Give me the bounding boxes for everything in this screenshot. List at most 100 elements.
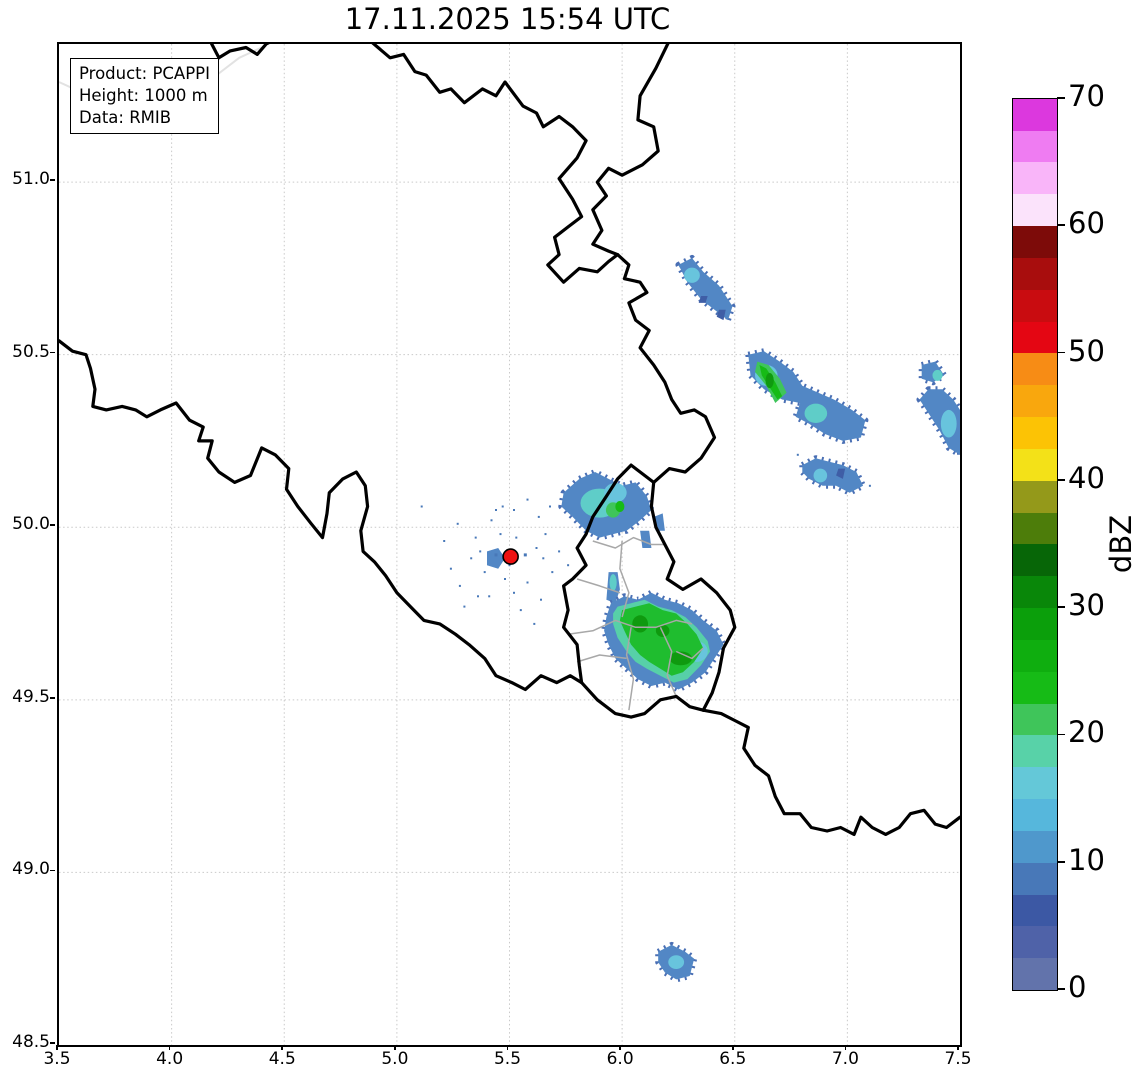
colorbar-segment-27.5dbz — [1013, 608, 1057, 640]
colorbar-segment-10dbz — [1013, 830, 1057, 863]
echo-north-lux-bit — [640, 530, 652, 548]
speckle — [540, 598, 542, 601]
country-border-be-nl-and-be-de — [371, 44, 717, 484]
colorbar-tick-label: 60 — [1068, 206, 1105, 241]
speckle — [519, 609, 522, 612]
colorbar-segment-15dbz — [1013, 767, 1057, 800]
colorbar-tick-mark — [1057, 606, 1065, 608]
x-tick-label: 7.5 — [944, 1049, 972, 1069]
colorbar-segment-5dbz — [1013, 894, 1057, 927]
echo-south-small-core — [668, 955, 685, 970]
y-tick-label: 48.5 — [12, 1032, 50, 1052]
colorbar-tick-mark — [1057, 988, 1065, 990]
colorbar-tick-label: 30 — [1068, 588, 1105, 623]
colorbar-segment-55dbz — [1013, 257, 1057, 290]
colorbar-tick-label: 70 — [1068, 79, 1105, 113]
y-tick-mark — [50, 697, 55, 699]
speckle — [458, 584, 461, 587]
colorbar-segment-62.5dbz — [1013, 162, 1057, 195]
colorbar-segment-45dbz — [1013, 385, 1057, 418]
speckle — [504, 578, 506, 580]
country-border-fr-de — [701, 708, 960, 837]
echo-ne-main-teal — [804, 403, 828, 424]
map-plot-area: Product: PCAPPI Height: 1000 m Data: RMI… — [57, 42, 962, 1047]
speckle — [549, 505, 551, 508]
colorbar-segment-30dbz — [1013, 576, 1057, 609]
colorbar-segment-12.5dbz — [1013, 799, 1057, 831]
x-tick-label: 4.5 — [268, 1049, 296, 1069]
speckle — [483, 571, 486, 574]
speckle — [542, 557, 545, 560]
speckle — [456, 522, 459, 525]
colorbar-segment-20dbz — [1013, 703, 1057, 736]
colorbar-tick-mark — [1057, 479, 1065, 481]
colorbar-tick-mark — [1057, 860, 1065, 863]
speckle — [501, 505, 504, 508]
y-tick-label: 50.5 — [12, 341, 50, 362]
colorbar-tick-label: 0 — [1068, 970, 1087, 1004]
speckle — [495, 509, 497, 511]
y-tick-label: 49.0 — [12, 859, 50, 880]
speckle — [535, 547, 538, 549]
colorbar-tick-mark — [1057, 351, 1065, 354]
info-data-line: Data: RMIB — [79, 107, 172, 127]
colorbar-segment-65dbz — [1013, 130, 1057, 163]
speckle — [494, 553, 498, 557]
figure-title: 17.11.2025 15:54 UTC — [344, 2, 671, 36]
radar-figure: 17.11.2025 15:54 UTC Product: PCAPPI Hei… — [0, 0, 1145, 1084]
speckle — [558, 550, 561, 553]
y-tick-label: 49.5 — [12, 686, 50, 707]
echo-south-lux-darkgreen — [632, 615, 649, 633]
x-tick-label: 6.5 — [719, 1049, 747, 1069]
colorbar-tick-mark — [1057, 97, 1065, 99]
x-tick-label: 4.0 — [156, 1049, 184, 1069]
colorbar-segment-0dbz — [1013, 958, 1057, 990]
speckle — [868, 484, 871, 487]
echo-border-strip-core — [609, 574, 617, 591]
speckle — [526, 581, 529, 584]
x-tick-label: 6.0 — [606, 1049, 634, 1069]
info-product-line: Product: PCAPPI — [79, 64, 210, 83]
colorbar-segment-7.5dbz — [1013, 862, 1057, 895]
echo-north-lux-green — [615, 501, 625, 513]
speckle — [479, 550, 482, 553]
colorbar-segment-37.5dbz — [1013, 480, 1057, 513]
colorbar-tick-label: 40 — [1068, 460, 1105, 495]
colorbar-segment-52.5dbz — [1013, 289, 1057, 322]
colorbar-axis-label: dBZ — [1104, 514, 1138, 574]
colorbar-segment-2.5dbz — [1013, 926, 1057, 959]
colorbar-segment-32.5dbz — [1013, 544, 1057, 577]
echo-streak-core — [813, 468, 828, 483]
colorbar-segment-40dbz — [1013, 448, 1057, 481]
speckle — [513, 591, 515, 594]
colorbar-segment-25dbz — [1013, 639, 1057, 672]
speckle — [488, 595, 491, 598]
speckle — [470, 557, 473, 560]
speckle — [515, 536, 518, 539]
info-height-line: Height: 1000 m — [79, 85, 208, 105]
echo-east-edge-core — [940, 409, 957, 438]
y-tick-mark — [50, 524, 55, 527]
radar-site-marker — [502, 548, 519, 565]
y-tick-mark — [50, 869, 55, 872]
district-border-lux-canton-north — [592, 536, 665, 549]
product-info-box: Product: PCAPPI Height: 1000 m Data: RMI… — [70, 58, 219, 135]
colorbar-segment-17.5dbz — [1013, 735, 1057, 768]
map-svg — [59, 44, 960, 1045]
x-tick-label: 3.5 — [43, 1049, 71, 1069]
y-tick-mark — [50, 179, 55, 181]
speckle — [796, 453, 799, 456]
colorbar-segment-50dbz — [1013, 321, 1057, 354]
colorbar-segment-42.5dbz — [1013, 417, 1057, 449]
x-tick-label: 7.0 — [831, 1049, 859, 1069]
speckle — [443, 540, 446, 542]
speckle — [537, 515, 540, 518]
colorbar-tick-mark — [1057, 733, 1065, 736]
echo-clutter-clump — [487, 548, 505, 569]
colorbar-segment-67.5dbz — [1013, 98, 1057, 131]
colorbar-tick-label: 10 — [1068, 842, 1105, 877]
colorbar-segment-60dbz — [1013, 194, 1057, 227]
speckle — [474, 536, 477, 539]
speckle — [544, 533, 547, 536]
echo-east-edge-top-core — [932, 369, 943, 381]
